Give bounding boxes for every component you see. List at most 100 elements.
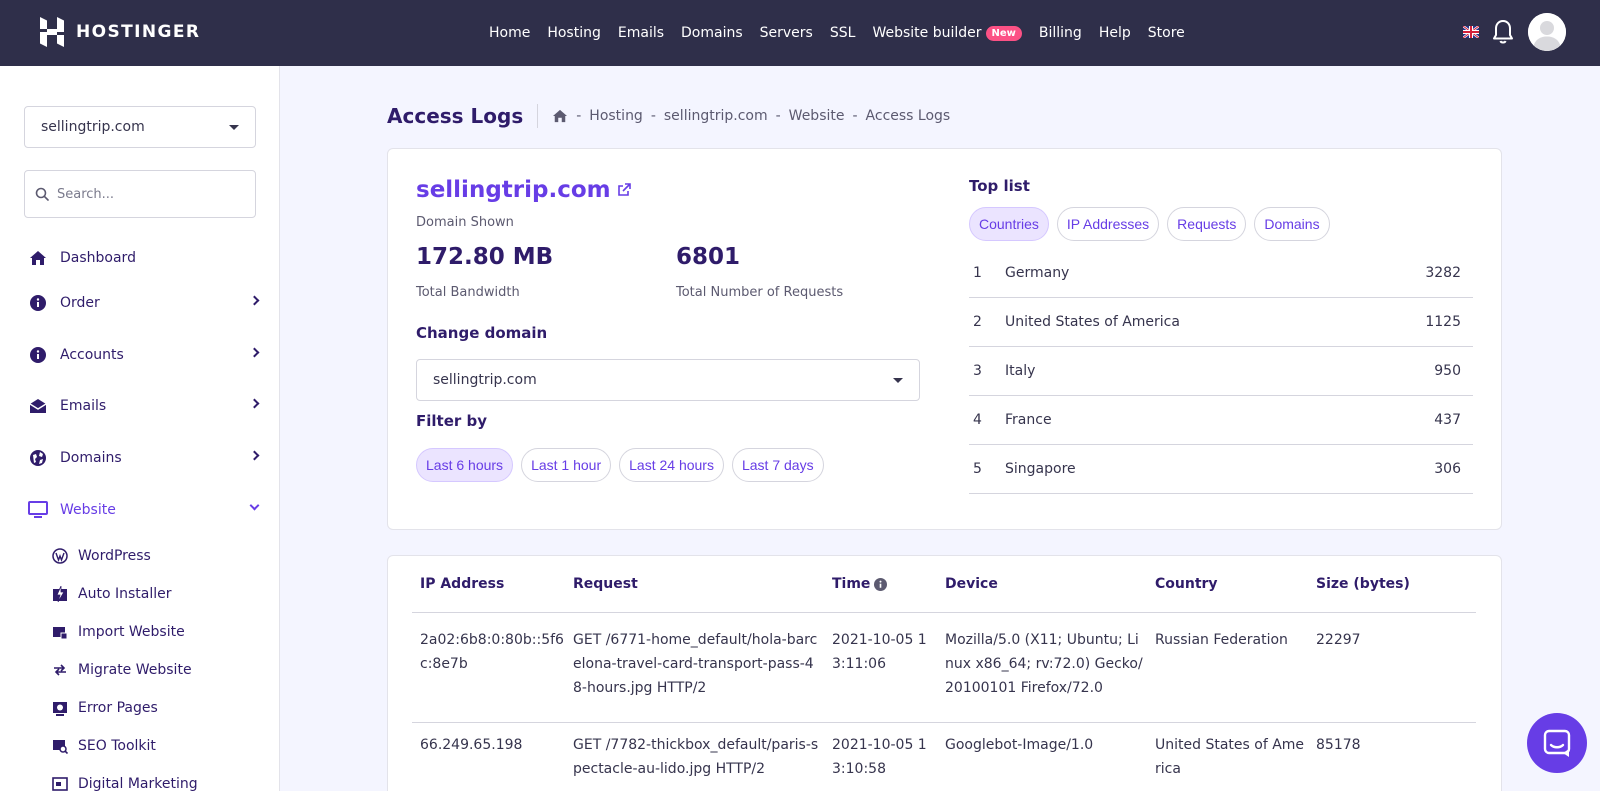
cell-size: 22297: [1316, 632, 1361, 648]
sidebar-subitem-digital-marketing[interactable]: Digital Marketing: [52, 773, 252, 791]
sidebar-search: [24, 170, 256, 218]
summary-card: sellingtrip.com Domain Shown 172.80 MB T…: [387, 148, 1502, 530]
chat-button[interactable]: [1527, 713, 1587, 773]
list-item-rank: 2: [973, 314, 982, 330]
filter-last-7-days[interactable]: Last 7 days: [731, 448, 824, 482]
list-item-value: 3282: [1425, 265, 1461, 281]
sidebar-item-accounts[interactable]: Accounts: [28, 343, 260, 367]
chevron-right-icon: [249, 295, 260, 306]
column-header-device[interactable]: Device: [945, 576, 1155, 592]
uk-flag-icon[interactable]: [1463, 26, 1479, 38]
column-header-size[interactable]: Size (bytes): [1316, 576, 1466, 592]
breadcrumb: - Hosting - sellingtrip.com - Website - …: [538, 108, 950, 124]
nav-billing[interactable]: Billing: [1039, 25, 1082, 41]
nav-help[interactable]: Help: [1099, 25, 1131, 41]
list-item-name: Italy: [1005, 363, 1036, 379]
sidebar-item-domains[interactable]: Domains: [28, 446, 260, 470]
filter-last-24-hours[interactable]: Last 24 hours: [619, 448, 724, 482]
filter-last-1-hour[interactable]: Last 1 hour: [521, 448, 612, 482]
error-page-icon: [52, 700, 68, 716]
sidebar-subitem-label: WordPress: [78, 548, 151, 564]
tab-requests[interactable]: Requests: [1167, 207, 1247, 241]
user-avatar-icon: [1528, 13, 1566, 51]
sidebar-subitem-label: SEO Toolkit: [78, 738, 156, 754]
nav-hosting[interactable]: Hosting: [547, 25, 601, 41]
sidebar-subitem-migrate-website[interactable]: Migrate Website: [52, 659, 252, 681]
list-item-name: France: [1005, 412, 1052, 428]
home-icon[interactable]: [552, 109, 568, 123]
sidebar-subitem-label: Import Website: [78, 624, 185, 640]
nav-home[interactable]: Home: [489, 25, 530, 41]
avatar[interactable]: [1528, 13, 1566, 51]
column-header-time[interactable]: Time: [832, 576, 945, 592]
tab-countries[interactable]: Countries: [969, 207, 1049, 241]
installer-icon: [52, 586, 68, 602]
tab-ip-addresses[interactable]: IP Addresses: [1056, 207, 1160, 241]
top-list: 1 Germany 3282 2 United States of Americ…: [969, 249, 1473, 494]
sidebar: sellingtrip.com Dashboard Order Accounts: [0, 66, 280, 791]
cell-request: GET /7782-thickbox_default/paris-spectac…: [573, 737, 819, 777]
chat-icon: [1543, 729, 1571, 757]
list-item-rank: 3: [973, 363, 982, 379]
bandwidth-value: 172.80 MB: [416, 244, 554, 270]
change-domain-select[interactable]: sellingtrip.com: [416, 359, 920, 401]
sidebar-domain-value: sellingtrip.com: [41, 119, 145, 135]
list-item: 5 Singapore 306: [969, 445, 1473, 494]
nav-website-builder[interactable]: Website builder New: [872, 25, 1022, 41]
sidebar-subitem-error-pages[interactable]: Error Pages: [52, 697, 252, 719]
sidebar-item-website[interactable]: Website: [28, 498, 260, 522]
cell-ip: 66.249.65.198: [420, 737, 523, 753]
bell-icon[interactable]: [1491, 18, 1515, 46]
list-item-rank: 1: [973, 265, 982, 281]
sidebar-subitem-import-website[interactable]: Import Website: [52, 621, 252, 643]
list-item-rank: 4: [973, 412, 982, 428]
sidebar-subitem-auto-installer[interactable]: Auto Installer: [52, 583, 252, 605]
column-header-request[interactable]: Request: [573, 576, 832, 592]
nav-domains[interactable]: Domains: [681, 25, 743, 41]
cell-time: 2021-10-05 13:11:06: [832, 632, 927, 672]
breadcrumb-item-website[interactable]: Website: [789, 108, 845, 124]
column-header-country[interactable]: Country: [1155, 576, 1316, 592]
seo-icon: [52, 738, 68, 754]
info-icon[interactable]: [874, 577, 888, 591]
access-log-table: IP Address Request Time Device Country S…: [387, 555, 1502, 791]
list-item-value: 306: [1434, 461, 1461, 477]
sidebar-item-dashboard[interactable]: Dashboard: [28, 246, 258, 270]
cell-country: United States of America: [1155, 737, 1305, 777]
sidebar-item-label: Accounts: [60, 347, 124, 363]
hostinger-logo[interactable]: HOSTINGER: [38, 17, 200, 47]
filter-last-6-hours[interactable]: Last 6 hours: [416, 448, 514, 482]
sidebar-item-label: Dashboard: [60, 250, 136, 266]
breadcrumb-item-hosting[interactable]: Hosting: [589, 108, 643, 124]
sidebar-item-emails[interactable]: Emails: [28, 394, 260, 418]
tab-domains[interactable]: Domains: [1254, 207, 1330, 241]
caret-down-icon: [893, 377, 903, 383]
column-header-ip[interactable]: IP Address: [412, 576, 573, 592]
breadcrumb-item-access-logs: Access Logs: [865, 108, 951, 124]
sidebar-domain-select[interactable]: sellingtrip.com: [24, 106, 256, 148]
sidebar-subitem-label: Migrate Website: [78, 662, 192, 678]
domain-link[interactable]: sellingtrip.com: [416, 177, 631, 203]
sidebar-subitem-wordpress[interactable]: WordPress: [52, 545, 252, 567]
search-icon: [35, 187, 49, 201]
home-icon: [28, 248, 48, 268]
sidebar-subitem-seo-toolkit[interactable]: SEO Toolkit: [52, 735, 252, 757]
nav-emails[interactable]: Emails: [618, 25, 664, 41]
envelope-icon: [28, 396, 48, 416]
nav-servers[interactable]: Servers: [760, 25, 813, 41]
nav-ssl[interactable]: SSL: [830, 25, 856, 41]
breadcrumb-separator: -: [650, 108, 656, 124]
search-input[interactable]: [57, 186, 237, 202]
cell-device: Mozilla/5.0 (X11; Ubuntu; Linux x86_64; …: [945, 632, 1143, 696]
table-row: 66.249.65.198 GET /7782-thickbox_default…: [412, 733, 1476, 791]
sidebar-item-order[interactable]: Order: [28, 291, 260, 315]
table-row: 2a02:6b8:0:80b::5f6c:8e7b GET /6771-home…: [412, 628, 1476, 723]
nav-store[interactable]: Store: [1148, 25, 1185, 41]
breadcrumb-item-domain[interactable]: sellingtrip.com: [664, 108, 768, 124]
change-domain-label: Change domain: [416, 324, 548, 342]
nav-website-builder-label: Website builder: [872, 25, 982, 41]
top-bar: HOSTINGER Home Hosting Emails Domains Se…: [0, 0, 1600, 66]
sidebar-item-label: Order: [60, 295, 100, 311]
caret-down-icon: [229, 124, 239, 130]
cell-time: 2021-10-05 13:10:58: [832, 737, 927, 777]
